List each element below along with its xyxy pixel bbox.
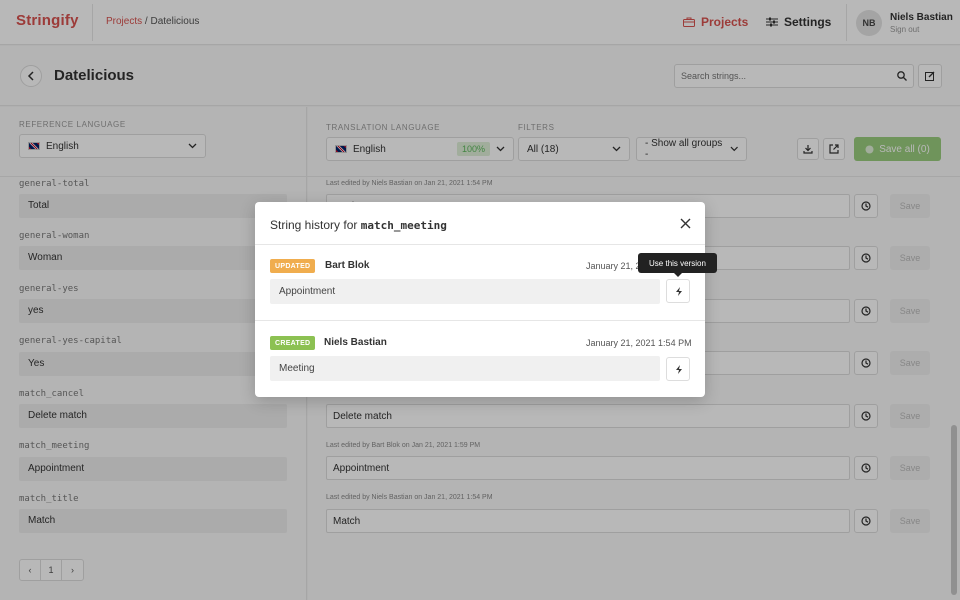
modal-title: String history for match_meeting — [270, 218, 447, 232]
status-badge: UPDATED — [270, 259, 316, 273]
close-button[interactable] — [677, 215, 693, 231]
close-icon — [680, 218, 690, 228]
modal-divider — [255, 320, 705, 321]
revert-icon — [675, 364, 682, 374]
entry-author: Niels Bastian — [324, 337, 387, 348]
entry-date: January 21, 2021 1:54 PM — [586, 338, 692, 348]
entry-author: Bart Blok — [325, 260, 370, 271]
entry-value: Appointment — [270, 279, 660, 304]
modal-divider — [255, 244, 705, 245]
use-version-button[interactable] — [666, 357, 690, 381]
modal-title-key: match_meeting — [360, 219, 447, 232]
entry-value: Meeting — [270, 356, 660, 381]
revert-icon — [675, 286, 682, 296]
tooltip: Use this version — [638, 253, 717, 277]
modal-title-text: String history for — [270, 218, 358, 232]
string-history-modal: String history for match_meeting UPDATED… — [255, 202, 705, 397]
entry-date: January 21, 2 — [586, 261, 641, 271]
status-badge: CREATED — [270, 336, 316, 350]
use-version-button[interactable] — [666, 279, 690, 303]
